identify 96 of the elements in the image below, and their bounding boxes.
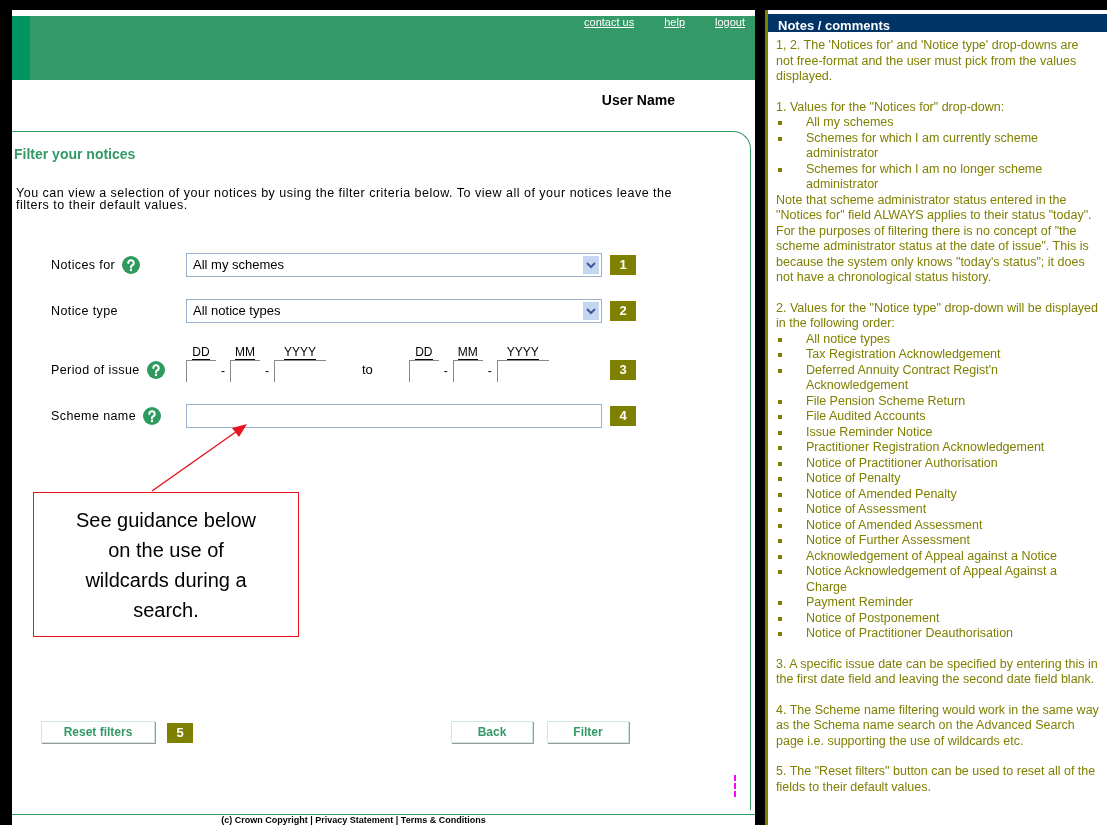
- step-number-badge: 2: [610, 300, 636, 321]
- note-list-item: Payment Reminder: [806, 595, 913, 611]
- field-label: Notices for: [51, 256, 116, 274]
- note-paragraph: 5. The "Reset filters" button can be used to reset all of the fields to their default values.: [776, 764, 1097, 795]
- bullet-icon: [778, 446, 782, 450]
- to-label: to: [362, 361, 373, 380]
- note-list-item: All my schemes: [806, 115, 894, 131]
- bullet-icon: [778, 523, 782, 528]
- note-list-item: Deferred Annuity Contract Regist'n Acknowledgement: [806, 362, 1000, 394]
- chevron-down-icon: [583, 301, 599, 320]
- note-list-item: Notice of Postponement: [806, 610, 940, 626]
- note-list-item: Notice Acknowledgement of Appeal Against a Charge: [806, 564, 1058, 595]
- step-number-badge: 5: [167, 722, 193, 743]
- note-paragraph: 1. Values for the "Notices for" drop-down:: [776, 99, 1006, 115]
- chevron-down-icon: [583, 255, 599, 274]
- note-paragraph: 1, 2. The 'Notices for' and 'Notice type' drop-downs are not free-format and the user must pick from the values displayed.: [776, 38, 1080, 85]
- bullet-icon: [778, 399, 782, 404]
- date-part-label: DD: [415, 344, 433, 360]
- help-icon[interactable]: [143, 406, 161, 425]
- dash-separator: -: [265, 362, 269, 380]
- step-number-badge: 4: [610, 405, 636, 426]
- date-part-label: YYYY: [506, 344, 539, 360]
- help-icon[interactable]: [146, 360, 165, 379]
- note-list-item: Notice of Practitioner Deauthorisation: [806, 626, 1014, 642]
- bullet-icon: [778, 353, 782, 357]
- bullet-icon: [778, 368, 782, 373]
- panel-title: Filter your notices: [14, 144, 137, 164]
- step-number-badge: 1: [610, 254, 636, 275]
- note-list-item: Notice of Penalty: [806, 471, 901, 487]
- dashed-mark: [734, 775, 736, 797]
- note-list-item: Notice of Practitioner Authorisation: [806, 455, 998, 471]
- note-list-item: Tax Registration Acknowledgement: [806, 347, 1001, 363]
- note-list-item: Issue Reminder Notice: [806, 424, 933, 440]
- bullet-icon: [778, 632, 782, 636]
- dash-separator: -: [487, 362, 492, 380]
- dash-separator: -: [221, 362, 225, 380]
- bullet-icon: [778, 136, 782, 141]
- reset-filters-button[interactable]: Reset filters: [41, 721, 155, 743]
- note-list-item: Schemes for which I am currently scheme administrator: [806, 130, 1040, 162]
- header-link[interactable]: help: [664, 16, 685, 28]
- field-label: Scheme name: [51, 407, 136, 425]
- field-label: Period of issue: [51, 361, 140, 379]
- note-list-item: File Pension Scheme Return: [806, 393, 966, 409]
- dropdown[interactable]: All my schemes: [186, 252, 602, 277]
- note-list-item: Notice of Amended Penalty: [806, 486, 957, 502]
- bullet-icon: [778, 539, 782, 543]
- note-paragraph: 2. Values for the "Notice type" drop-down will be displayed in the following order:: [776, 300, 1099, 332]
- bullet-icon: [778, 121, 782, 125]
- bullet-icon: [778, 492, 782, 497]
- dash-separator: -: [443, 362, 448, 380]
- date-part-label: DD: [192, 344, 210, 360]
- date-input[interactable]: [186, 359, 216, 382]
- callout-text: See guidance below on the use of wildcards during a search.: [74, 507, 258, 623]
- date-part-label: YYYY: [284, 344, 316, 360]
- step-number-badge: 3: [610, 359, 636, 380]
- bullet-icon: [778, 570, 782, 574]
- date-part-label: MM: [235, 344, 255, 360]
- bullet-icon: [778, 554, 782, 559]
- date-part-label: MM: [457, 344, 478, 360]
- note-list-item: Schemes for which I am no longer scheme administrator: [806, 161, 1044, 193]
- date-input[interactable]: [452, 359, 483, 382]
- notes-title: Notes / comments: [778, 19, 890, 32]
- note-list-item: Notice of Assessment: [806, 502, 927, 518]
- field-label: Notice type: [51, 302, 118, 320]
- note-list-item: Notice of Further Assessment: [806, 533, 970, 549]
- bullet-icon: [778, 415, 782, 419]
- date-input[interactable]: [496, 359, 549, 382]
- footer-text: (c) Crown Copyright | Privacy Statement | Terms & Conditions: [221, 815, 486, 825]
- date-input[interactable]: [274, 359, 326, 382]
- note-list-item: Notice of Amended Assessment: [806, 517, 983, 533]
- note-paragraph: 4. The Scheme name filtering would work in the same way as the Schema name search on the Advanced Search page i.e. supporting the use of wildcards etc.: [776, 702, 1099, 749]
- bullet-icon: [778, 616, 782, 621]
- filter-button[interactable]: Filter: [547, 721, 629, 743]
- bullet-icon: [778, 508, 782, 512]
- date-input[interactable]: [408, 359, 439, 382]
- back-button[interactable]: Back: [451, 721, 533, 743]
- bullet-icon: [778, 601, 782, 605]
- bullet-icon: [778, 337, 782, 342]
- note-paragraph: Note that scheme administrator status entered in the "Notices for" field ALWAYS applies to their status "today". For the purposes of filtering there is no concept of "the scheme administrator status at the date of issue". This is because the system only knows "today's status"; it does not have a chronological status history.: [776, 192, 1093, 286]
- header-link[interactable]: contact us: [584, 16, 635, 28]
- note-paragraph: 3. A specific issue date can be specified by entering this in the first date field and leaving the second date field blank.: [776, 656, 1099, 688]
- bullet-icon: [778, 477, 782, 481]
- bullet-icon: [778, 461, 782, 466]
- help-icon[interactable]: [122, 255, 141, 274]
- panel-description: You can view a selection of your notices by using the filter criteria below. To view all of your notices leave the filters to their default values.: [16, 186, 673, 211]
- user-name: User Name: [601, 90, 675, 110]
- bullet-icon: [778, 167, 782, 172]
- note-list-item: All notice types: [806, 331, 891, 347]
- bullet-icon: [778, 430, 782, 435]
- note-list-item: Acknowledgement of Appeal against a Notice: [806, 548, 1057, 564]
- date-input[interactable]: [230, 359, 260, 382]
- note-list-item: Practitioner Registration Acknowledgement: [806, 440, 1045, 456]
- dropdown[interactable]: All notice types: [186, 298, 602, 323]
- header-link[interactable]: logout: [715, 16, 745, 28]
- note-list-item: File Audited Accounts: [806, 409, 926, 425]
- scheme-name-input[interactable]: [186, 403, 602, 428]
